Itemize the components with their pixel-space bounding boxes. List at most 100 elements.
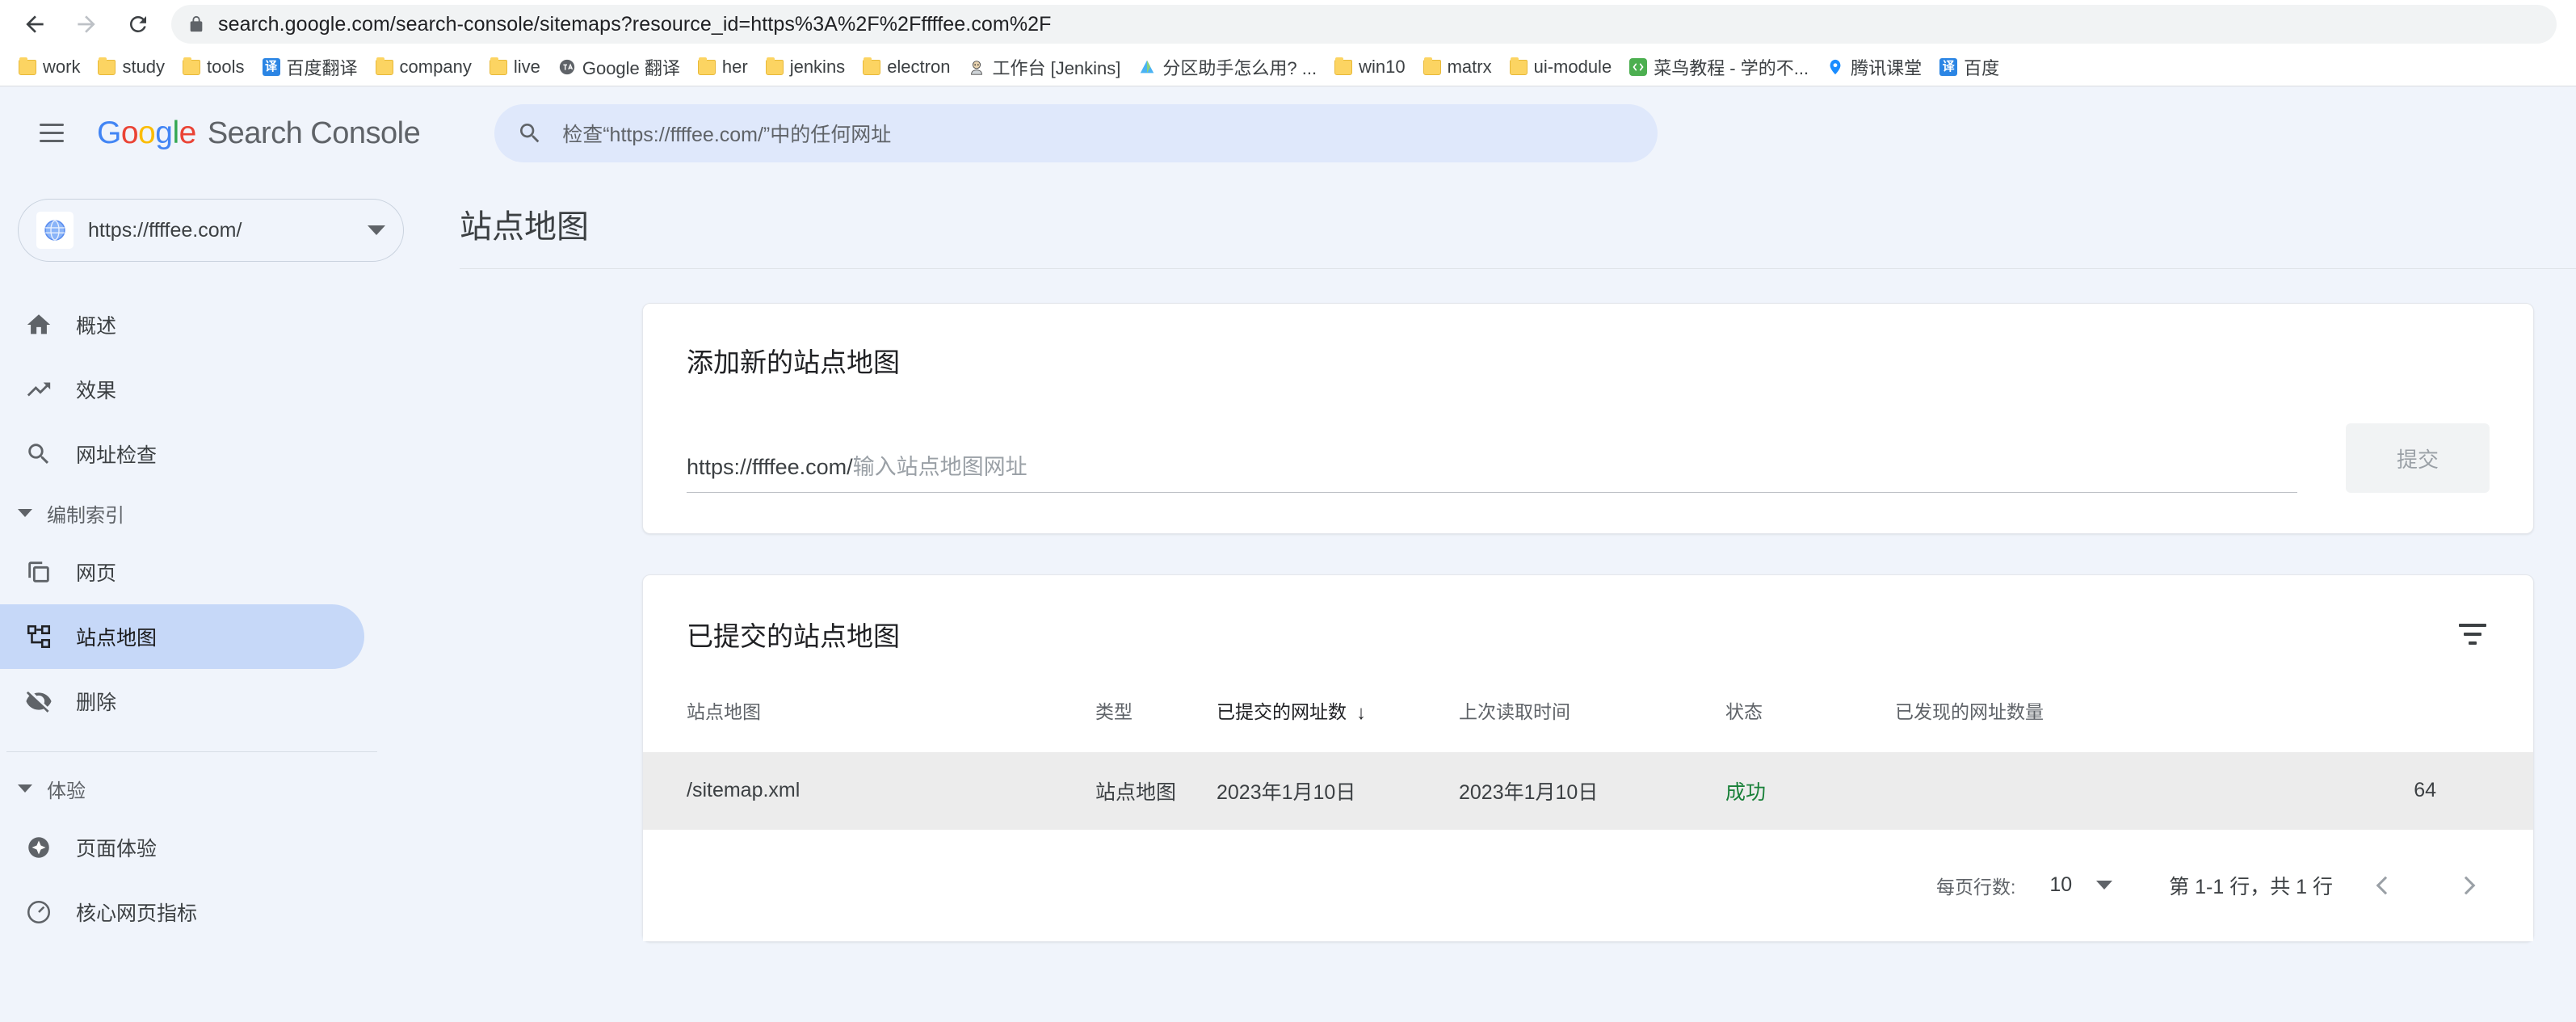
back-button[interactable] (11, 1, 58, 48)
reload-button[interactable] (115, 1, 162, 48)
column-header-label: 站点地图 (687, 701, 761, 723)
bookmark-item[interactable]: 腾讯课堂 (1817, 51, 1931, 83)
folder-icon (697, 57, 716, 75)
globe-favicon-icon (36, 212, 74, 249)
cell-sitemap[interactable]: /sitemap.xml (643, 752, 1095, 830)
sort-descending-icon: ↓ (1356, 701, 1366, 724)
sidebar-item-page-experience[interactable]: 页面体验 (0, 815, 364, 880)
bookmark-item[interactable]: her (689, 53, 757, 81)
bookmark-label: 工作台 [Jenkins] (992, 58, 1121, 78)
property-selector[interactable]: https://ffffee.com/ (18, 199, 404, 262)
search-icon (520, 123, 540, 142)
rows-per-page-value[interactable]: 10 (2049, 873, 2072, 897)
column-header-label: 类型 (1095, 701, 1133, 723)
bookmark-item[interactable]: 译百度翻译 (254, 51, 367, 83)
filter-icon[interactable] (2451, 612, 2494, 656)
sidebar-item-label: 删除 (76, 692, 117, 714)
bookmark-item[interactable]: jenkins (757, 53, 854, 81)
sitemaps-table-body: /sitemap.xml 站点地图 2023年1月10日 2023年1月10日 … (643, 751, 2533, 830)
bookmark-label: win10 (1359, 57, 1406, 77)
submitted-sitemaps-title: 已提交的站点地图 (687, 621, 900, 651)
bookmark-label: work (43, 57, 81, 77)
bookmark-label: company (399, 57, 472, 77)
column-header-submitted-urls[interactable]: 已提交的网址数 ↓ (1217, 688, 1459, 752)
bookmark-item[interactable]: 分区助手怎么用? ... (1129, 51, 1326, 83)
sitemap-url-prefix: https://ffffee.com/ (687, 455, 853, 479)
column-header-last-read[interactable]: 上次读取时间 (1459, 688, 1725, 752)
bookmark-item[interactable]: 工作台 [Jenkins] (959, 51, 1129, 83)
bookmark-label: 分区助手怎么用? ... (1162, 58, 1317, 78)
sidebar-divider (6, 751, 377, 752)
sidebar-nav-top: 概述 效果 网址检查 (0, 292, 406, 486)
logo-letter-o2: o (138, 115, 156, 150)
bookmark-item[interactable]: 菜鸟教程 - 学的不... (1620, 51, 1817, 83)
table-row[interactable]: /sitemap.xml 站点地图 2023年1月10日 2023年1月10日 … (643, 751, 2533, 830)
logo-letter-o1: o (120, 115, 139, 150)
bookmark-item[interactable]: work (10, 53, 89, 81)
sidebar-item-performance[interactable]: 效果 (0, 357, 364, 422)
bookmark-item[interactable]: ui-module (1501, 53, 1621, 81)
column-header-discovered-urls[interactable]: 已发现的网址数量 (1895, 688, 2533, 752)
sidebar-item-label: 站点地图 (76, 627, 158, 650)
bookmark-label: 百度 (1964, 58, 2000, 78)
eye-off-icon (24, 687, 53, 716)
add-sitemap-title: 添加新的站点地图 (687, 347, 900, 377)
sidebar-item-removals[interactable]: 删除 (0, 669, 364, 734)
table-header-row: 站点地图 类型 已提交的网址数 ↓ 上次读取时间 状态 已发现的网址数量 (643, 688, 2533, 752)
sitemap-icon (24, 622, 53, 651)
bookmark-item[interactable]: electron (854, 53, 959, 81)
column-header-status[interactable]: 状态 (1725, 688, 1895, 752)
sidebar-item-label: 概述 (76, 315, 117, 338)
bookmark-item[interactable]: Google 翻译 (549, 51, 689, 83)
chevron-down-icon[interactable] (368, 225, 385, 235)
folder-icon (19, 57, 36, 75)
next-page-button[interactable] (2438, 857, 2494, 914)
bookmark-item[interactable]: matrx (1414, 53, 1501, 81)
folder-icon (1509, 57, 1528, 75)
sidebar-item-core-web-vitals[interactable]: 核心网页指标 (0, 880, 364, 944)
submit-button[interactable]: 提交 (2346, 423, 2490, 493)
sidebar-group-indexing[interactable]: 编制索引 (0, 486, 406, 540)
sidebar-item-label: 网页 (76, 562, 117, 585)
runoob-icon (1629, 58, 1648, 76)
sidebar-item-sitemaps[interactable]: 站点地图 (0, 604, 364, 669)
table-footer: 每页行数: 10 第 1-1 行，共 1 行 (643, 829, 2533, 941)
sitemap-url-placeholder: 输入站点地图网址 (852, 455, 1027, 479)
folder-icon (863, 57, 881, 75)
folder-icon (375, 57, 393, 75)
page-title: 站点地图 (460, 209, 589, 245)
add-sitemap-card: 添加新的站点地图 https://ffffee.com/ 输入站点地图网址 提交 (642, 303, 2534, 534)
column-header-sitemap[interactable]: 站点地图 (643, 688, 1095, 752)
bookmark-label: Google 翻译 (582, 58, 680, 78)
sidebar-group-experience[interactable]: 体验 (0, 762, 406, 815)
address-bar[interactable]: search.google.com/search-console/sitemap… (171, 5, 2557, 44)
submitted-sitemaps-card: 已提交的站点地图 站点地图 类型 已提交的网址数 ↓ 上次读取时间 状态 已发现… (642, 574, 2534, 942)
url-inspection-search-input[interactable]: 检查“https://ffffee.com/”中的任何网址 (494, 103, 1658, 162)
bookmarks-bar: work study tools 译百度翻译 company live Google 翻译 h… (0, 48, 2576, 86)
previous-page-button[interactable] (2357, 857, 2414, 914)
bookmark-item[interactable]: study (89, 53, 174, 81)
forward-button[interactable] (63, 1, 110, 48)
cell-discovered: 64 (2414, 779, 2436, 802)
bookmark-item[interactable]: 译百度 (1931, 51, 2008, 83)
column-header-label: 已提交的网址数 (1217, 701, 1347, 722)
bookmark-label: jenkins (789, 57, 846, 77)
chevron-right-icon (2456, 876, 2476, 895)
sitemap-url-input[interactable]: https://ffffee.com/ 输入站点地图网址 (687, 449, 2297, 493)
sidebar-item-overview[interactable]: 概述 (0, 292, 364, 357)
bookmark-item[interactable]: company (367, 53, 481, 81)
bookmark-item[interactable]: win10 (1326, 53, 1414, 81)
column-header-type[interactable]: 类型 (1095, 688, 1217, 752)
caret-down-icon (18, 509, 32, 517)
bookmark-item[interactable]: tools (174, 53, 253, 81)
core-web-vitals-icon (24, 898, 53, 927)
caret-down-icon (18, 784, 32, 793)
sidebar-item-pages[interactable]: 网页 (0, 540, 364, 604)
hamburger-menu-icon[interactable] (23, 104, 81, 162)
product-name: Search Console (207, 116, 421, 150)
forward-arrow-icon (78, 15, 95, 33)
bookmark-label: 百度翻译 (286, 58, 358, 78)
bookmark-item[interactable]: live (481, 53, 549, 81)
caret-down-icon[interactable] (2096, 881, 2113, 890)
sidebar-item-url-inspection[interactable]: 网址检查 (0, 422, 364, 486)
